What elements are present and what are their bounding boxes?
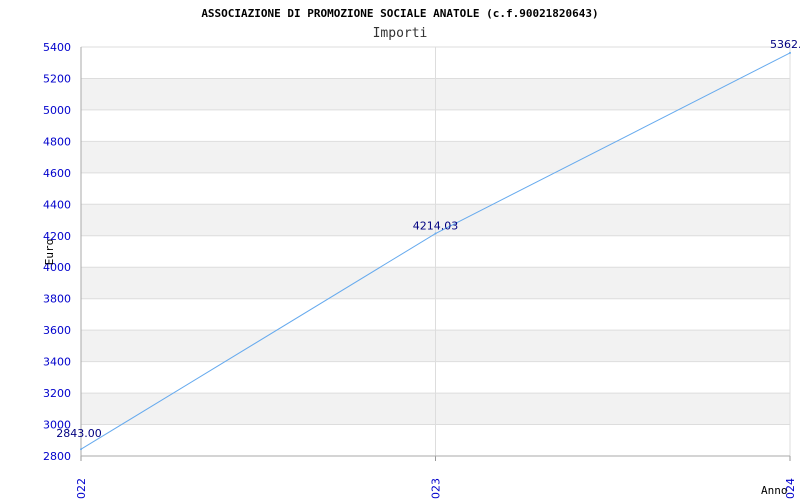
y-tick-label: 4600 — [43, 167, 71, 180]
data-point — [80, 448, 82, 451]
y-tick-label: 5000 — [43, 104, 71, 117]
chart-title: ASSOCIAZIONE DI PROMOZIONE SOCIALE ANATO… — [201, 7, 598, 20]
y-tick-label: 5200 — [43, 72, 71, 85]
y-tick-label: 3600 — [43, 324, 71, 337]
y-tick-label: 2800 — [43, 450, 71, 463]
line-chart: ASSOCIAZIONE DI PROMOZIONE SOCIALE ANATO… — [43, 7, 800, 500]
y-tick-label: 4400 — [43, 198, 71, 211]
y-axis-label: Euro — [43, 239, 56, 266]
x-tick-label: 2022 — [75, 478, 88, 500]
y-tick-label: 3800 — [43, 293, 71, 306]
x-tick-labels: 2022 2023 2024 — [75, 478, 797, 500]
data-point — [789, 51, 791, 54]
y-tick-label: 4800 — [43, 135, 71, 148]
y-tick-label: 5400 — [43, 41, 71, 54]
chart-subtitle: Importi — [373, 26, 428, 41]
data-label: 5362.4 — [770, 38, 800, 51]
y-tick-label: 3200 — [43, 387, 71, 400]
x-tick-label: 2023 — [430, 478, 443, 500]
x-axis-label: Anno — [761, 484, 788, 497]
data-label: 4214.03 — [413, 220, 459, 233]
data-point — [434, 232, 437, 235]
data-label: 2843.00 — [56, 427, 102, 440]
y-tick-label: 3400 — [43, 356, 71, 369]
